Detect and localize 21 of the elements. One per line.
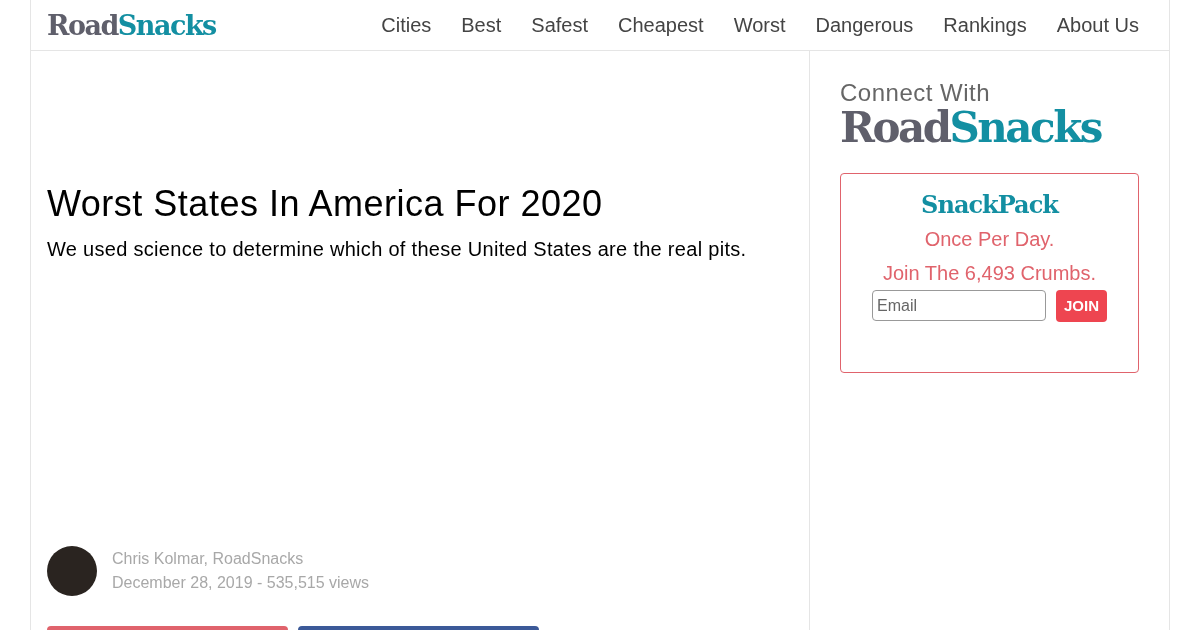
nav-link[interactable]: Dangerous — [815, 10, 914, 40]
nav-link[interactable]: Worst — [733, 10, 786, 40]
logo: RoadSnacks — [840, 107, 1103, 149]
connect-heading: Connect With — [840, 81, 992, 105]
signup-text: Once Per Day. — [924, 227, 1055, 252]
nav-link[interactable]: Best — [461, 10, 502, 40]
nav-link[interactable]: Safest — [531, 10, 588, 40]
post-meta: December 28, 2019 - 535,515 views — [112, 573, 370, 593]
nav-link[interactable]: Cheapest — [618, 10, 704, 40]
article-title: Worst States In America For 2020 — [47, 182, 604, 226]
signup-title: SnackPack — [921, 190, 1058, 220]
signup-text: Join The 6,493 Crumbs. — [882, 261, 1097, 286]
email-field[interactable]: Email — [872, 290, 1046, 321]
article-subtitle: We used science to determine which of these United States are the real pits. — [47, 237, 748, 262]
nav-link[interactable]: Cities — [381, 10, 432, 40]
nav-link[interactable]: Rankings — [943, 10, 1027, 40]
nav-link[interactable]: About Us — [1056, 10, 1139, 40]
avatar — [47, 546, 97, 596]
author-name: Chris Kolmar, RoadSnacks — [112, 549, 305, 569]
logo[interactable]: RoadSnacks — [47, 11, 216, 39]
join-button[interactable]: JOIN — [1056, 290, 1107, 322]
